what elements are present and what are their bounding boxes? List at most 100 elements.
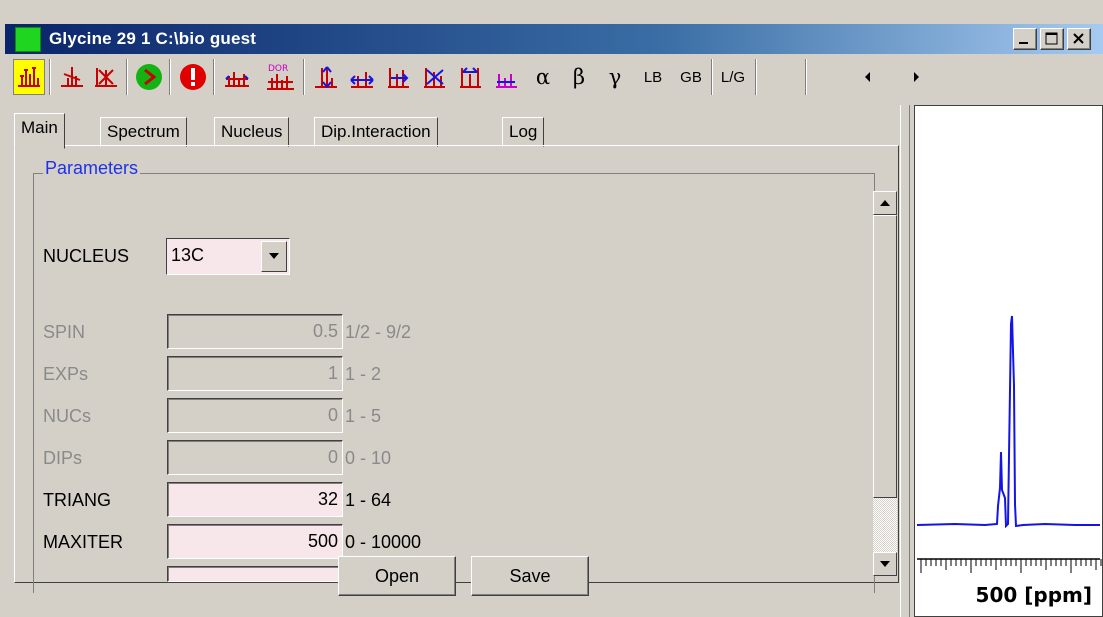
maximize-icon [1045,32,1058,45]
dor-label: DOR [268,64,288,74]
peak-remove-button[interactable] [91,59,121,95]
stop-button[interactable] [177,59,209,95]
integrate-icon [496,74,517,88]
dips-label: DIPs [43,448,83,468]
tab-dip-interaction[interactable]: Dip.Interaction [314,117,438,147]
tab-nucleus[interactable]: Nucleus [214,117,290,147]
close-button[interactable] [1067,28,1091,50]
peak-split-icon [61,67,83,87]
lg-button[interactable]: L/G [715,59,751,95]
gb-label: GB [680,68,702,86]
fit-button[interactable] [221,59,253,95]
tab-spectrum[interactable]: Spectrum [100,117,187,147]
spectrum-preview: 500 [ppm] [914,105,1103,617]
toolbar-separator [213,59,215,95]
scroll-down-button[interactable] [873,552,897,576]
beta-label: β [572,65,586,89]
dips-range: 0 - 10 [345,448,392,468]
minimize-icon [1019,42,1028,44]
parameters-group [33,173,875,593]
spectrum-view-button[interactable] [13,59,45,95]
run-icon [136,64,162,90]
expand-vertical-button[interactable] [311,59,341,95]
dor-fit-icon: DOR [267,64,294,90]
toolbar-separator [49,59,51,95]
nucleus-dropdown-button[interactable] [261,241,287,272]
expand-horizontal-button[interactable] [347,59,377,95]
chevron-down-icon [269,253,279,259]
maxiter-field[interactable]: 500 [167,524,343,559]
nucs-field: 0 [167,398,343,433]
previous-button[interactable] [853,59,883,95]
exps-label: EXPs [43,364,89,384]
next-button[interactable] [901,59,931,95]
close-icon [1073,33,1084,44]
lg-label: L/G [720,68,746,86]
zoom-in-icon [388,68,409,88]
zoom-in-button[interactable] [383,59,413,95]
parameters-group-title: Parameters [43,158,141,179]
exps-field: 1 [167,356,343,391]
gb-button[interactable]: GB [673,59,709,95]
nucs-range: 1 - 5 [345,406,382,426]
nucleus-label: NUCLEUS [43,246,130,266]
lb-label: LB [643,68,663,86]
spectrum-axis-label: 500 [ppm] [975,583,1092,607]
stop-icon [180,64,206,90]
app-icon [15,27,41,52]
tab-main[interactable]: Main [14,113,65,149]
integrate-button[interactable] [491,59,521,95]
triang-range: 1 - 64 [345,490,392,510]
save-button[interactable]: Save [471,556,589,596]
nucleus-select[interactable]: 13C [166,238,290,275]
shift-button[interactable] [455,59,485,95]
dips-field: 0 [167,440,343,475]
gamma-button[interactable]: γ [601,59,629,95]
spin-range: 1/2 - 9/2 [345,322,412,342]
panel-splitter[interactable] [900,105,910,617]
spectrum-view-icon [18,67,40,87]
toolbar-separator [711,59,713,95]
scrollbar-track[interactable] [873,498,897,552]
spectrum-line [916,315,1100,529]
spin-label: SPIN [43,322,86,342]
vertical-scrollbar[interactable] [873,191,897,576]
open-button[interactable]: Open [338,556,456,596]
spin-field: 0.5 [167,314,343,349]
peak-split-button[interactable] [57,59,87,95]
triang-field[interactable]: 32 [167,482,343,517]
exps-range: 1 - 2 [345,364,382,384]
window-title: Glycine 29 1 C:\bio guest [49,29,257,48]
zoom-out-button[interactable] [419,59,449,95]
spectrum-axis-ticks [920,559,1102,573]
gamma-label: γ [608,65,622,89]
toolbar-separator [126,59,128,95]
scrollbar-thumb[interactable] [873,215,897,498]
arrow-down-icon [880,561,890,567]
dor-fit-button[interactable]: DOR [263,59,299,95]
minimize-button[interactable] [1013,28,1037,50]
toolbar-separator [169,59,171,95]
alpha-label: α [535,65,551,89]
run-button[interactable] [133,59,165,95]
alpha-button[interactable]: α [529,59,557,95]
app-window: Glycine 29 1 C:\bio guest DOR α β γ LB G… [0,0,1103,617]
nucs-label: NUCs [43,406,91,426]
tab-content: Parameters NUCLEUS 13C SPIN 0.5 1/2 - 9/… [14,145,899,593]
maxiter-range: 0 - 10000 [345,532,422,552]
parameters-panel: Main Spectrum Nucleus Dip.Interaction Lo… [14,105,899,617]
scroll-up-button[interactable] [873,191,897,215]
tab-log[interactable]: Log [502,117,545,147]
toolbar-separator [805,59,807,95]
toolbar: DOR α β γ LB GB L/G [5,55,1103,99]
nucleus-value: 13C [171,245,205,265]
maximize-button[interactable] [1040,28,1064,50]
peak-remove-icon [95,68,117,87]
next-field-partial[interactable] [167,566,343,582]
fit-icon [225,72,249,87]
arrow-right-icon [914,72,919,82]
beta-button[interactable]: β [565,59,593,95]
spectrum-plot [916,315,1102,573]
lb-button[interactable]: LB [635,59,671,95]
title-bar[interactable]: Glycine 29 1 C:\bio guest [5,24,1103,54]
